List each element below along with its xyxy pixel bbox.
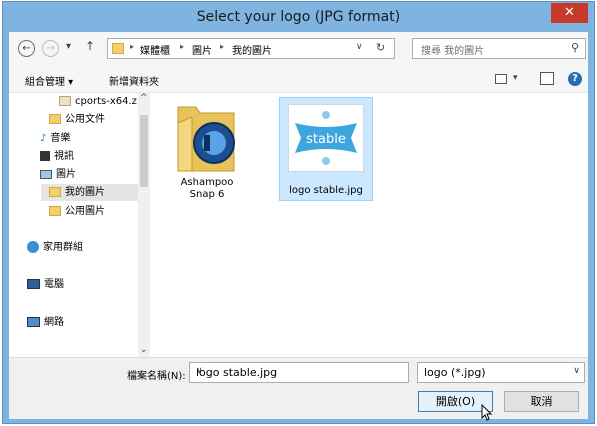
nav-item-public-pictures[interactable]: 公用圖片 — [49, 203, 105, 220]
command-bar: 組合管理 ▾ 新增資料夾 ▾ ? — [9, 66, 588, 93]
file-name: Ashampoo Snap 6 — [180, 177, 234, 200]
scroll-down-arrow[interactable]: ⌄ — [140, 345, 148, 355]
filename-label: 檔案名稱(N): — [127, 371, 186, 382]
image-thumbnail: stable — [288, 104, 364, 172]
scroll-up-arrow[interactable]: ^ — [140, 93, 148, 103]
nav-item-label: 網路 — [44, 317, 64, 328]
breadcrumb-sep: ▸ — [220, 42, 225, 51]
file-type-select[interactable]: logo (*.jpg) ∨ — [417, 362, 585, 383]
nav-item-public-documents[interactable]: 公用文件 — [49, 111, 105, 128]
network-icon — [27, 317, 40, 327]
breadcrumb-pictures[interactable]: 圖片 — [192, 42, 212, 57]
folder-icon — [49, 187, 61, 197]
scrollbar-thumb[interactable] — [140, 115, 148, 187]
nav-item-label: 家用群組 — [43, 242, 83, 253]
close-button[interactable]: ✕ — [551, 3, 588, 23]
pictures-icon — [40, 169, 52, 179]
nav-item-label: 音樂 — [50, 133, 71, 144]
nav-scrollbar[interactable]: ^ ⌄ — [138, 93, 150, 357]
breadcrumb-my-pictures[interactable]: 我的圖片 — [232, 42, 272, 57]
nav-item-label: 公用文件 — [65, 114, 105, 125]
filename-input[interactable]: logo stable.jpg ∨ — [189, 362, 409, 383]
address-bar[interactable]: ▸ 媒體櫃 ▸ 圖片 ▸ 我的圖片 ∨ ↻ — [107, 38, 395, 59]
folder-icon — [177, 106, 235, 172]
file-list: Ashampoo Snap 6 stable logo stable.jpg — [151, 93, 588, 357]
nav-item-label: 電腦 — [44, 279, 64, 290]
refresh-icon[interactable]: ↻ — [376, 41, 385, 54]
navigation-pane: cports-x64.z 公用文件 ♪ 音樂 視訊 圖片 我的圖片 公用圖片 家用… — [9, 93, 151, 357]
nav-item-label: 我的圖片 — [65, 187, 105, 198]
address-row: ← → ▾ ↑ ▸ 媒體櫃 ▸ 圖片 ▸ 我的圖片 ∨ ↻ 搜尋 我的圖片 ⚲ — [9, 32, 588, 66]
nav-item-music[interactable]: ♪ 音樂 — [40, 130, 70, 147]
library-folder-icon — [112, 43, 124, 54]
music-note-icon: ♪ — [40, 133, 47, 144]
nav-item-my-pictures[interactable]: 我的圖片 — [41, 184, 138, 201]
search-icon[interactable]: ⚲ — [571, 41, 579, 54]
folder-icon — [49, 206, 61, 216]
folder-icon — [49, 114, 61, 124]
logo-text: stable — [306, 132, 346, 147]
title-bar[interactable]: Select your logo (JPG format) ✕ — [3, 2, 594, 32]
nav-item-label: 公用圖片 — [65, 206, 105, 217]
homegroup-icon — [27, 241, 39, 253]
zip-folder-icon — [59, 96, 71, 106]
recent-locations-dropdown[interactable]: ▾ — [66, 41, 71, 52]
new-folder-button[interactable]: 新增資料夾 — [109, 73, 159, 88]
video-icon — [40, 151, 50, 161]
breadcrumb-sep: ▸ — [130, 42, 135, 51]
nav-item-pictures[interactable]: 圖片 — [40, 166, 76, 183]
nav-item-network[interactable]: 網路 — [27, 314, 64, 331]
dialog-client: ← → ▾ ↑ ▸ 媒體櫃 ▸ 圖片 ▸ 我的圖片 ∨ ↻ 搜尋 我的圖片 ⚲ … — [9, 32, 588, 421]
nav-item-computer[interactable]: 電腦 — [27, 276, 64, 293]
filename-dropdown-icon[interactable]: ∨ — [196, 366, 404, 376]
file-type-dropdown-icon[interactable]: ∨ — [573, 366, 580, 376]
file-type-value: logo (*.jpg) — [424, 366, 486, 379]
breadcrumb-sep: ▸ — [180, 42, 185, 51]
nav-item-label: 圖片 — [56, 169, 76, 180]
file-item-logo-stable[interactable]: stable logo stable.jpg — [279, 97, 373, 201]
preview-pane-icon[interactable] — [540, 72, 554, 85]
back-button[interactable]: ← — [18, 40, 35, 57]
breadcrumb-libraries[interactable]: 媒體櫃 — [140, 42, 170, 57]
file-name: logo stable.jpg — [289, 185, 363, 196]
view-options-icon[interactable] — [495, 74, 507, 84]
bottom-panel: 檔案名稱(N): logo stable.jpg ∨ logo (*.jpg) … — [9, 357, 588, 421]
search-box[interactable]: 搜尋 我的圖片 ⚲ — [412, 38, 586, 59]
mouse-cursor-icon — [481, 404, 493, 421]
file-item-ashampoo[interactable]: Ashampoo Snap 6 — [167, 97, 247, 200]
nav-item-label: 視訊 — [54, 151, 74, 162]
search-placeholder: 搜尋 我的圖片 — [421, 46, 485, 57]
nav-item-homegroup[interactable]: 家用群組 — [27, 239, 83, 256]
nav-item-cports[interactable]: cports-x64.z — [59, 93, 137, 110]
help-icon[interactable]: ? — [568, 72, 582, 86]
view-dropdown-icon[interactable]: ▾ — [513, 73, 518, 83]
window-title: Select your logo (JPG format) — [196, 9, 401, 25]
stable-logo-icon: stable — [295, 111, 357, 165]
cancel-button[interactable]: 取消 — [504, 391, 579, 412]
nav-item-videos[interactable]: 視訊 — [40, 148, 74, 165]
computer-icon — [27, 279, 40, 289]
forward-button[interactable]: → — [42, 40, 59, 57]
address-dropdown-icon[interactable]: ∨ — [356, 42, 363, 52]
nav-item-label: cports-x64.z — [75, 96, 137, 107]
organize-menu[interactable]: 組合管理 ▾ — [25, 73, 73, 88]
dialog-window: Select your logo (JPG format) ✕ ← → ▾ ↑ … — [2, 1, 595, 424]
up-button[interactable]: ↑ — [85, 39, 95, 53]
